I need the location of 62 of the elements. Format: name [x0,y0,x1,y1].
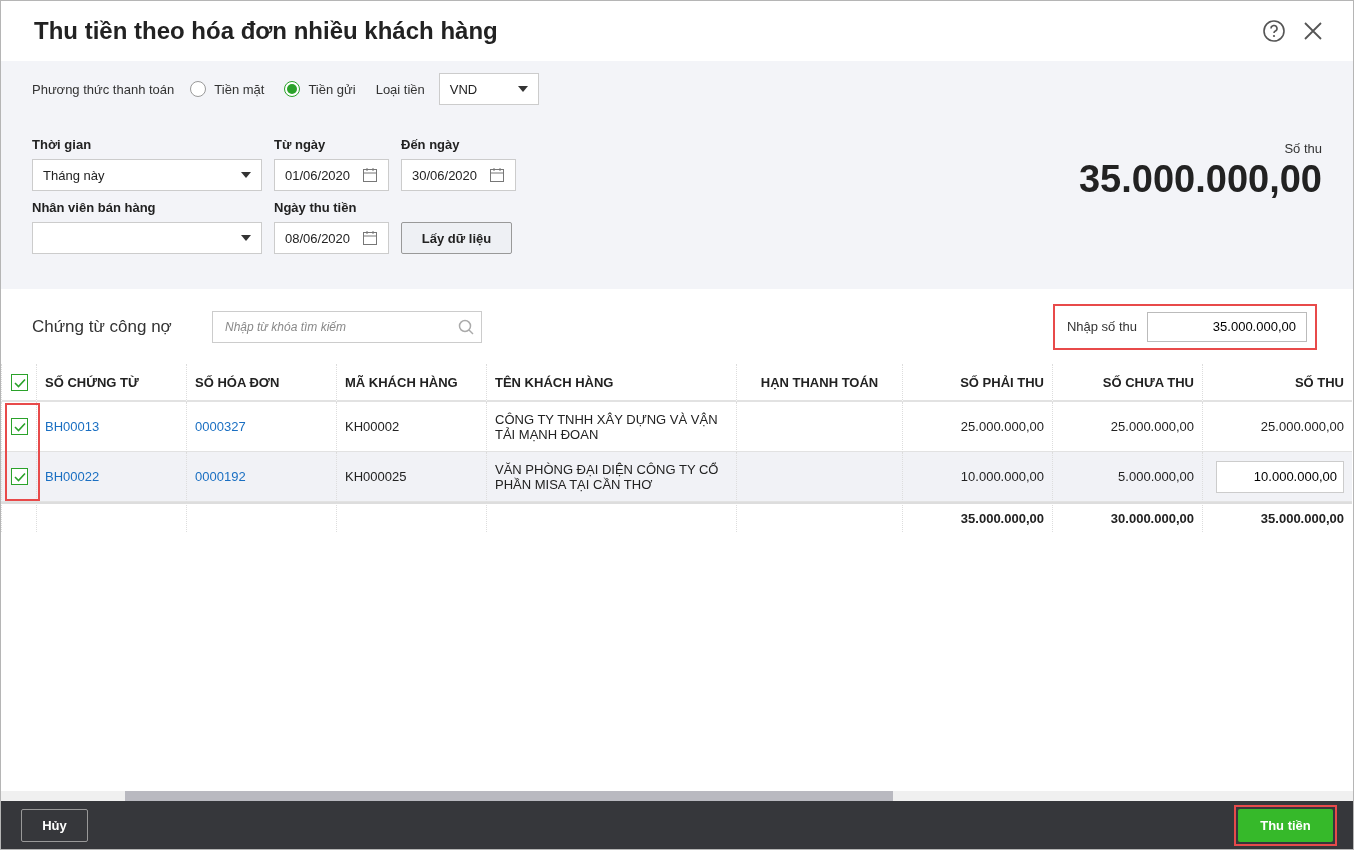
help-icon[interactable] [1263,20,1285,42]
table-cell: 25.000.000,00 [960,419,1044,434]
table-cell: KH000025 [345,469,407,484]
column-header: SỐ CHƯA THU [1052,364,1202,402]
calendar-icon[interactable] [362,230,378,246]
search-field[interactable]: Nhập từ khóa tìm kiếm [212,310,482,343]
total-cell: 35.000.000,00 [960,510,1044,526]
column-header: SỐ PHẢI THU [902,364,1052,402]
document-link[interactable]: BH00013 [45,419,100,434]
table-cell-text: VĂN PHÒNG ĐẠI DIỆN CÔNG TY CỔ PHẦN MISA TẠI CẦN THƠ [495,461,720,492]
row-checkbox[interactable] [10,418,28,435]
radio-option[interactable]: Tiền mặt [190,81,265,97]
cancel-button[interactable]: Hủy [21,808,88,842]
scrollbar-thumb[interactable] [125,791,893,801]
column-header: SỐ THU [1202,364,1352,402]
caret-icon [241,235,251,241]
document-link[interactable]: BH00022 [45,469,100,484]
dropdown-field[interactable] [32,222,262,254]
search-icon[interactable] [458,318,474,335]
field-label: Loại tiền [375,81,425,97]
column-header: HẠN THANH TOÁN [736,364,902,402]
column-header: TÊN KHÁCH HÀNG [486,364,736,402]
field-label: Nhân viên bán hàng [32,199,157,217]
calendar-icon[interactable] [362,167,378,183]
date-field[interactable]: 08/06/2020 [274,222,389,254]
caret-icon [241,172,251,178]
caret-icon [517,86,528,92]
table-cell: 10.000.000,00 [960,469,1044,484]
dialog-title: Thu tiền theo hóa đơn nhiều khách hàng [34,17,499,45]
document-link[interactable]: 0000192 [195,469,246,484]
amount-input[interactable]: 35.000.000,00 [1147,311,1307,342]
field-label: Nhập số thu [1066,319,1137,334]
table-cell: 5.000.000,00 [1118,469,1194,484]
table-cell: KH00002 [345,419,400,434]
field-label: Thời gian [32,136,93,154]
radio-option[interactable]: Tiền gửi [284,81,356,97]
section-title: Chứng từ công nợ [32,316,173,337]
field-label: Từ ngày [274,136,327,154]
date-field[interactable]: 30/06/2020 [401,159,516,191]
table-cell: 25.000.000,00 [1110,419,1194,434]
total-cell: 30.000.000,00 [1110,510,1194,526]
select-all-checkbox[interactable] [10,373,28,391]
close-icon[interactable] [1303,21,1323,41]
currency-dropdown[interactable]: VND [438,73,539,105]
total-label: Số thu [1284,141,1322,156]
calendar-icon[interactable] [489,167,505,183]
dropdown-field[interactable]: Tháng này [32,159,262,191]
column-header: SỐ CHỨNG TỪ [36,364,186,402]
field-label: Đến ngày [401,136,461,154]
fetch-data-button[interactable]: Lấy dữ liệu [401,222,512,254]
total-cell: 35.000.000,00 [1260,510,1344,526]
total-amount: 35.000.000,00 [1079,157,1322,202]
row-checkbox[interactable] [10,468,28,485]
field-label: Phương thức thanh toán [32,81,175,97]
amount-input[interactable]: 10.000.000,00 [1216,460,1344,493]
table-cell: 25.000.000,00 [1260,419,1344,434]
field-label: Ngày thu tiền [274,199,358,217]
document-link[interactable]: 0000327 [195,419,246,434]
date-field[interactable]: 01/06/2020 [274,159,389,191]
column-header: SỐ HÓA ĐƠN [186,364,336,402]
column-header: MÃ KHÁCH HÀNG [336,364,486,402]
table-cell-text: CÔNG TY TNHH XÂY DỰNG VÀ VẬN TẢI MẠNH ĐOAN [495,411,719,442]
